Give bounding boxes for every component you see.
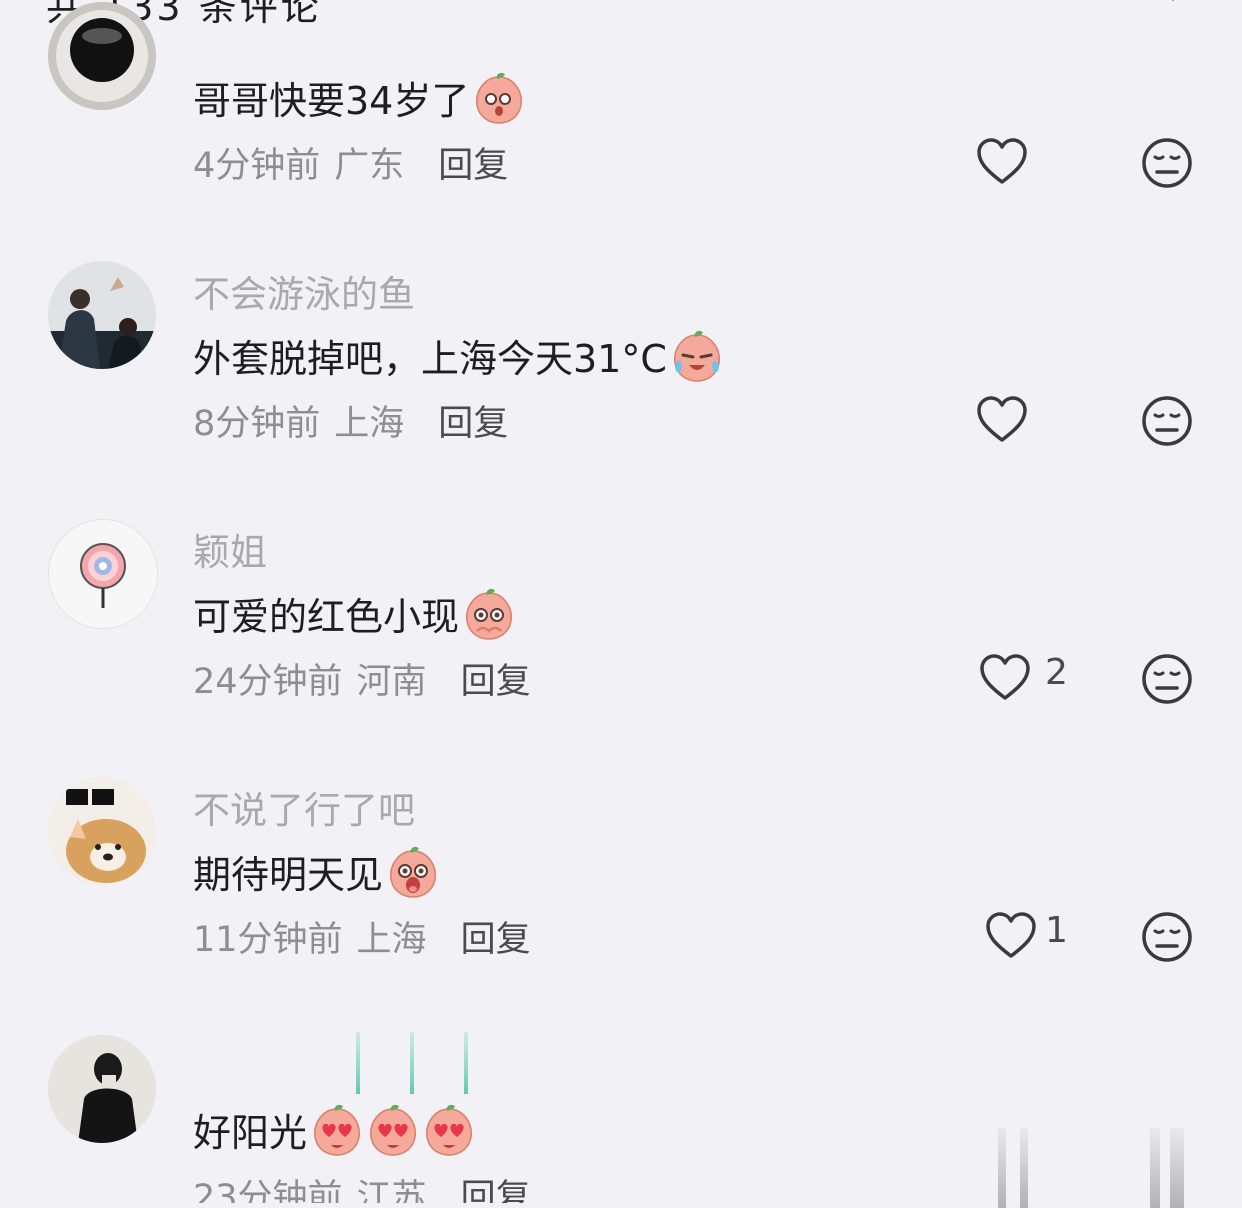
heart-icon bbox=[986, 912, 1036, 958]
loading-bar bbox=[998, 1128, 1006, 1208]
comment-username[interactable]: 颖姐 bbox=[193, 522, 267, 576]
dislike-face-icon[interactable] bbox=[1141, 911, 1193, 963]
peach-heart-eyes-emoji bbox=[314, 1104, 360, 1156]
dislike-face-icon[interactable] bbox=[1141, 395, 1193, 447]
like-button[interactable] bbox=[976, 138, 1042, 186]
peach-shy-emoji bbox=[466, 588, 512, 640]
avatar[interactable] bbox=[48, 2, 156, 110]
comment-item: 哥哥快要34岁了 4分钟前 广东 回复 bbox=[0, 0, 1242, 240]
emoji-stream-effect bbox=[356, 1032, 360, 1094]
emoji-stream-effect bbox=[410, 1032, 414, 1094]
avatar[interactable] bbox=[48, 261, 156, 369]
avatar[interactable] bbox=[48, 519, 158, 629]
comment-item: 不会游泳的鱼 外套脱掉吧，上海今天31°C 8分钟前 上海 回复 bbox=[0, 258, 1242, 498]
avatar[interactable] bbox=[48, 1035, 156, 1143]
comment-location: 江苏 bbox=[356, 1178, 427, 1203]
comment-text: 好阳光 bbox=[193, 1102, 475, 1157]
comment-time: 24分钟前 bbox=[193, 662, 343, 702]
comment-meta: 24分钟前 河南 回复 bbox=[193, 653, 531, 704]
comment-item: 颖姐 可爱的红色小现 24分钟前 河南 回复 2 bbox=[0, 516, 1242, 756]
reply-button[interactable]: 回复 bbox=[461, 1169, 531, 1203]
comment-meta: 4分钟前 广东 回复 bbox=[193, 137, 508, 188]
dislike-face-icon[interactable] bbox=[1141, 137, 1193, 189]
heart-icon bbox=[980, 654, 1030, 700]
comment-time: 4分钟前 bbox=[193, 146, 321, 186]
comment-time: 23分钟前 bbox=[193, 1178, 343, 1203]
reply-button[interactable]: 回复 bbox=[438, 395, 508, 446]
emoji-stream-effect bbox=[464, 1032, 468, 1094]
like-count: 1 bbox=[1045, 909, 1068, 951]
peach-heart-eyes-emoji bbox=[426, 1104, 472, 1156]
heart-icon bbox=[977, 396, 1027, 442]
comment-location: 上海 bbox=[356, 920, 427, 960]
reply-button[interactable]: 回复 bbox=[461, 911, 531, 962]
comment-meta: 23分钟前 江苏 回复 bbox=[193, 1169, 531, 1203]
comment-username[interactable]: 不说了行了吧 bbox=[193, 780, 415, 834]
reply-button[interactable]: 回复 bbox=[438, 137, 508, 188]
loading-bar bbox=[1170, 1128, 1184, 1208]
like-button[interactable] bbox=[976, 396, 1042, 444]
comment-location: 上海 bbox=[334, 404, 405, 444]
peach-drooling-emoji bbox=[390, 846, 436, 898]
comment-meta: 11分钟前 上海 回复 bbox=[193, 911, 531, 962]
comment-text: 可爱的红色小现 bbox=[193, 586, 515, 641]
comment-location: 河南 bbox=[356, 662, 427, 702]
comment-meta: 8分钟前 上海 回复 bbox=[193, 395, 508, 446]
reply-button[interactable]: 回复 bbox=[461, 653, 531, 704]
like-button[interactable]: 2 bbox=[979, 651, 1068, 702]
comment-time: 8分钟前 bbox=[193, 404, 321, 444]
loading-bar bbox=[1020, 1128, 1028, 1208]
comment-text: 哥哥快要34岁了 bbox=[193, 70, 525, 125]
avatar[interactable] bbox=[48, 777, 156, 885]
comment-text: 外套脱掉吧，上海今天31°C bbox=[193, 328, 723, 383]
peach-heart-eyes-emoji bbox=[370, 1104, 416, 1156]
dislike-face-icon[interactable] bbox=[1141, 653, 1193, 705]
comment-location: 广东 bbox=[334, 146, 405, 186]
comment-time: 11分钟前 bbox=[193, 920, 343, 960]
heart-icon bbox=[977, 138, 1027, 184]
loading-bar bbox=[1150, 1128, 1160, 1208]
peach-crying-emoji bbox=[673, 330, 720, 382]
comment-username[interactable]: 不会游泳的鱼 bbox=[193, 264, 415, 318]
peach-surprised-emoji bbox=[476, 72, 523, 124]
comment-item: 不说了行了吧 期待明天见 11分钟前 上海 回复 1 bbox=[0, 774, 1242, 1014]
comment-text: 期待明天见 bbox=[193, 844, 439, 899]
like-button[interactable]: 1 bbox=[985, 909, 1068, 960]
comment-item: 好阳光 23分钟前 江苏 回复 bbox=[0, 1032, 1242, 1203]
like-count: 2 bbox=[1045, 651, 1068, 693]
